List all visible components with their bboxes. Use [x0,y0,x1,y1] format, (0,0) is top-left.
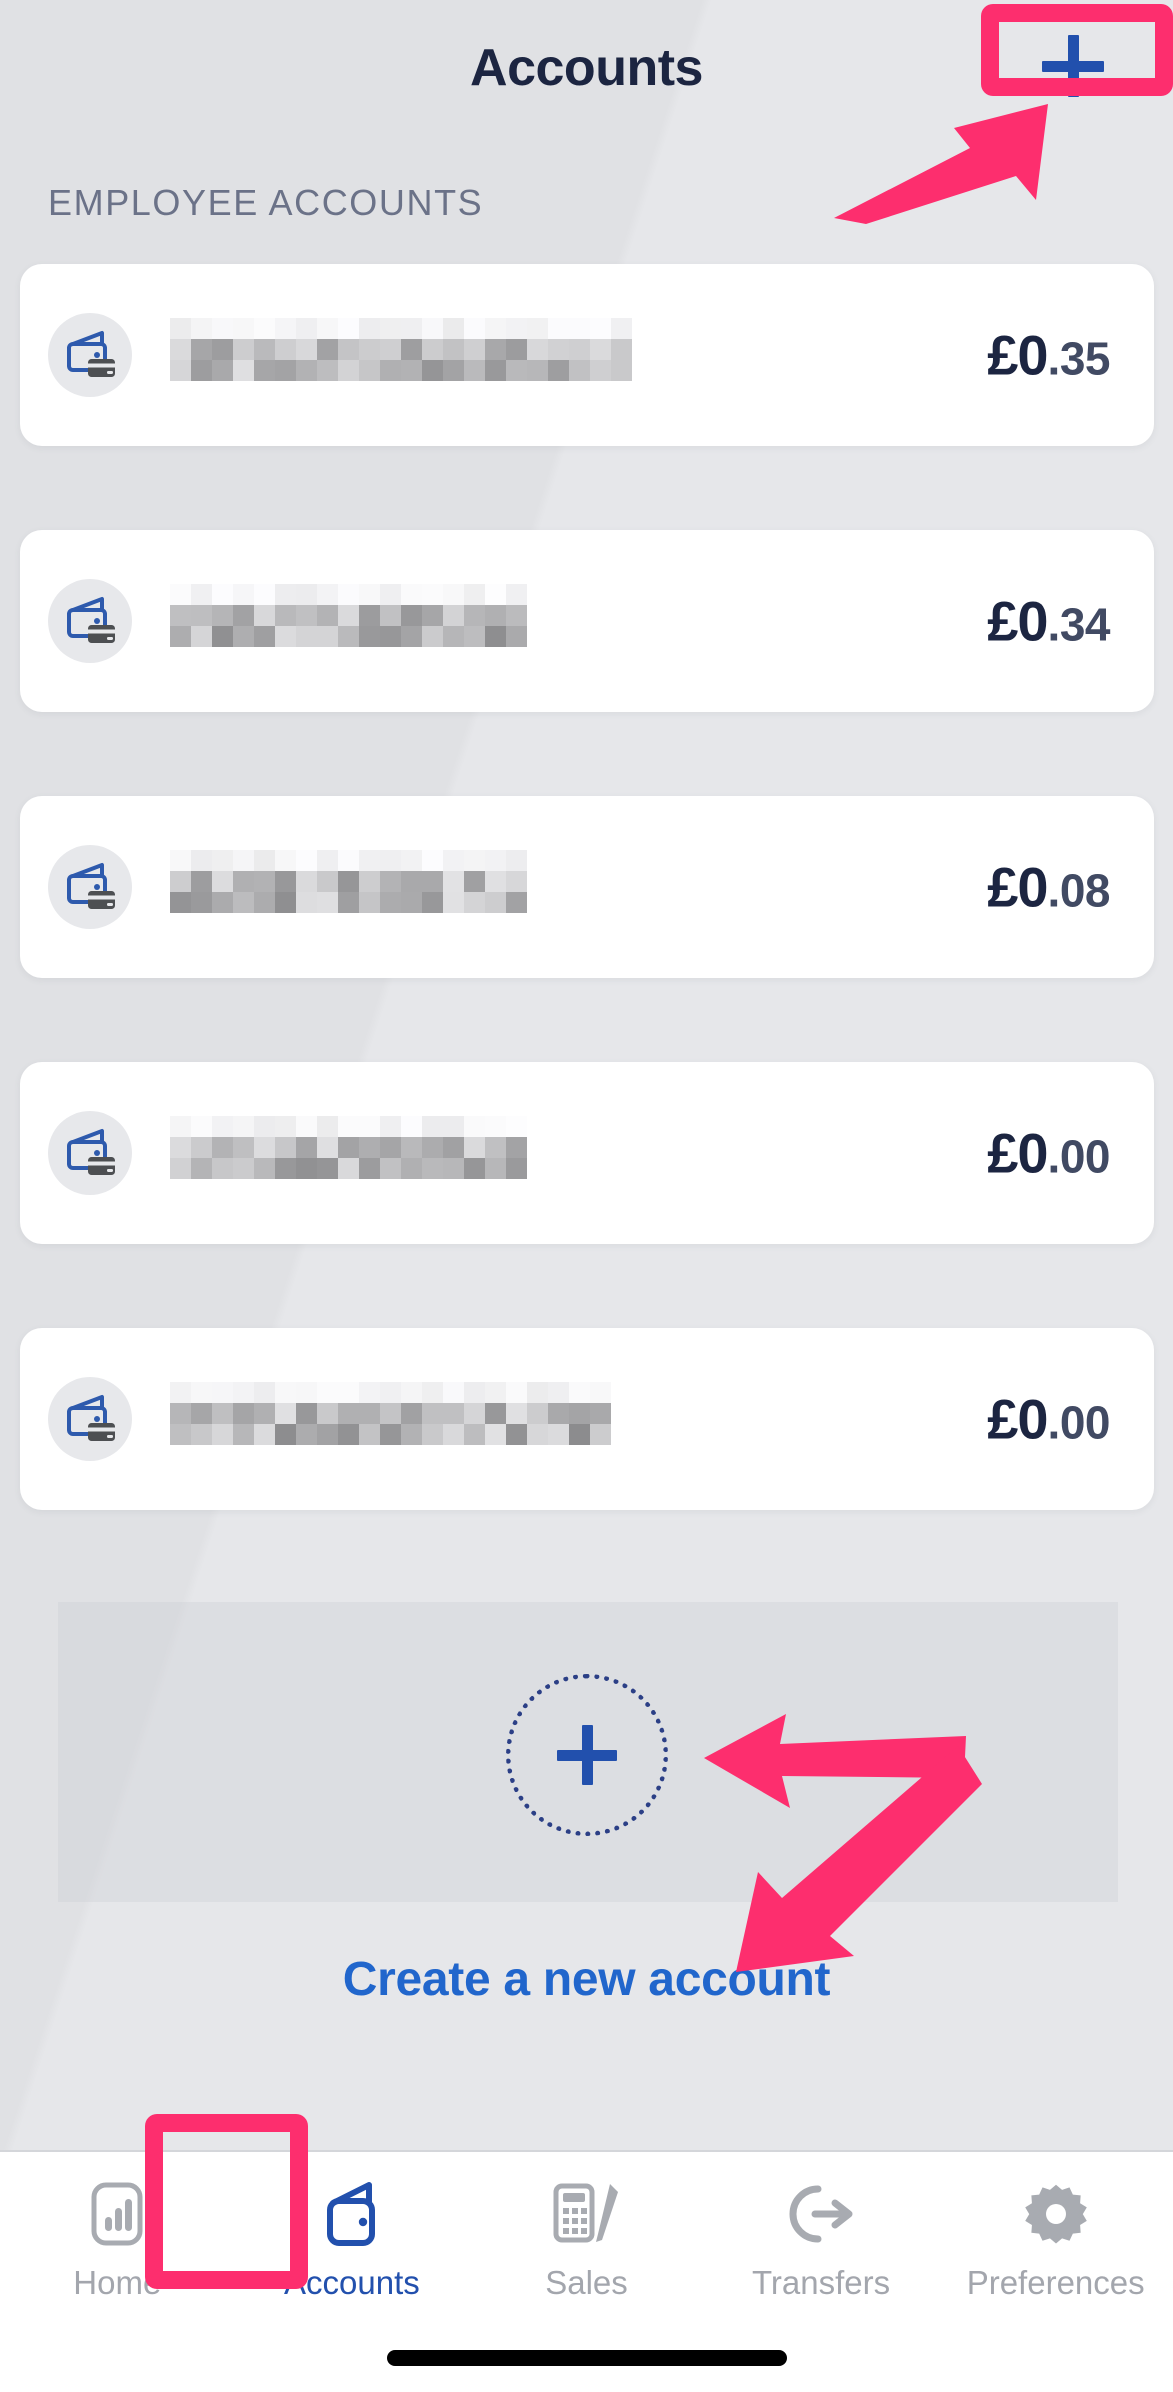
account-avatar [48,845,132,929]
account-balance: £0.00 [987,1387,1110,1452]
redacted-account-name [170,318,632,381]
wallet-card-icon [67,1129,115,1175]
account-card[interactable]: £0.00 [20,1328,1154,1510]
account-name [170,1382,611,1456]
account-name [170,318,632,392]
tab-home[interactable]: Home [0,2178,235,2302]
add-account-button[interactable] [1025,26,1121,106]
create-account-link[interactable]: Create a new account [0,1952,1173,2007]
redacted-account-name [170,584,527,647]
account-avatar [48,579,132,663]
account-card[interactable]: £0.00 [20,1062,1154,1244]
bar-chart-icon [86,2178,148,2250]
tab-accounts[interactable]: Accounts [235,2178,470,2302]
account-balance: £0.08 [987,855,1110,920]
transfer-arrow-icon [787,2178,855,2250]
tab-label: Transfers [752,2264,891,2301]
balance-major: £0 [987,1387,1048,1451]
tab-label: Home [73,2264,162,2301]
wallet-card-icon [67,597,115,643]
tab-sales[interactable]: Sales [469,2178,704,2302]
tab-label: Accounts [284,2264,420,2301]
account-balance: £0.35 [987,323,1110,388]
balance-minor: .00 [1047,1396,1111,1449]
account-card[interactable]: £0.35 [20,264,1154,446]
account-avatar [48,1111,132,1195]
account-card[interactable]: £0.34 [20,530,1154,712]
plus-icon [556,1725,617,1785]
account-name [170,850,527,924]
account-balance: £0.00 [987,1121,1110,1186]
bar-chart-icon [91,2182,143,2246]
balance-minor: .00 [1047,1130,1111,1183]
balance-major: £0 [987,589,1048,653]
app-header: Accounts [0,0,1173,150]
account-name [170,584,527,658]
balance-minor: .08 [1047,864,1111,917]
balance-major: £0 [987,855,1048,919]
redacted-account-name [170,1116,527,1179]
create-account-circle-button[interactable] [505,1674,668,1836]
account-name [170,1116,527,1190]
transfer-arrow-icon [789,2185,853,2243]
section-header-employee-accounts: EMPLOYEE ACCOUNTS [48,182,484,223]
wallet-icon [319,2178,385,2250]
redacted-account-name [170,1382,611,1445]
redacted-account-name [170,850,527,913]
wallet-card-icon [67,1395,115,1441]
calculator-pen-icon [552,2178,620,2250]
account-balance: £0.34 [987,589,1110,654]
plus-icon [1042,35,1104,97]
wallet-icon [326,2182,375,2246]
balance-minor: .34 [1047,598,1111,651]
account-avatar [48,1377,132,1461]
home-indicator [386,2350,787,2366]
balance-major: £0 [987,1121,1048,1185]
account-card[interactable]: £0.08 [20,796,1154,978]
calculator-pen-icon [553,2183,619,2243]
accounts-screen: Accounts EMPLOYEE ACCOUNTS £0.35 £0.34 £… [0,0,1173,2392]
tab-label: Sales [545,2264,628,2301]
balance-major: £0 [987,323,1048,387]
tab-transfers[interactable]: Transfers [704,2178,939,2302]
gear-icon [1023,2178,1089,2250]
balance-minor: .35 [1047,332,1111,385]
gear-icon [1024,2184,1087,2244]
wallet-card-icon [67,863,115,909]
page-title: Accounts [470,39,703,97]
tab-label: Preferences [966,2264,1145,2301]
account-avatar [48,313,132,397]
wallet-card-icon [67,331,115,377]
tab-preferences[interactable]: Preferences [938,2178,1173,2302]
